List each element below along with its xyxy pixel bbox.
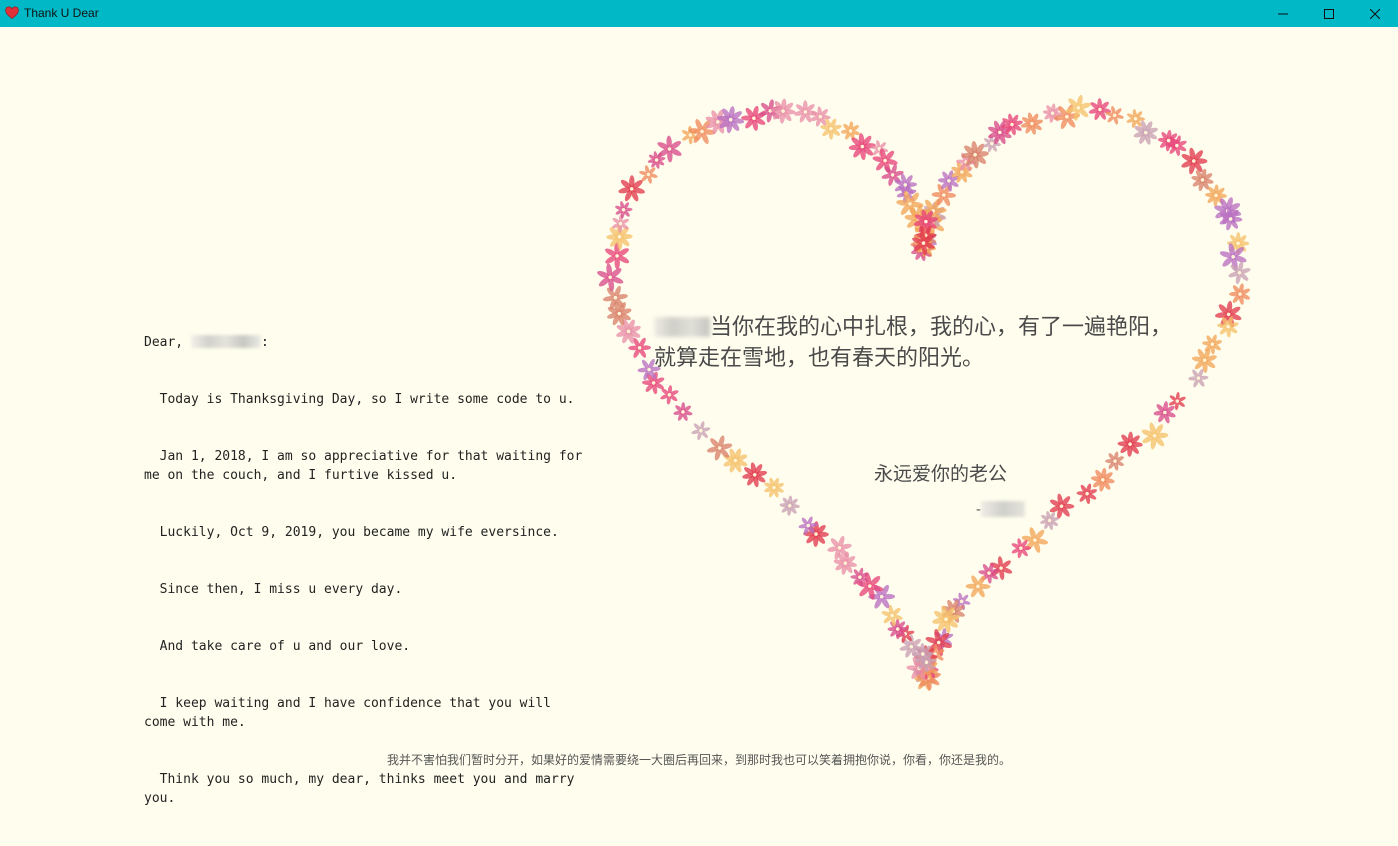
flower-icon xyxy=(1202,334,1223,355)
poem-text: 当你在我的心中扎根，我的心，有了一遍艳阳，就算走在雪地，也有春天的阳光。 xyxy=(654,315,1173,371)
flower-icon xyxy=(673,402,693,421)
letter-line: Today is Thanksgiving Day, so I write so… xyxy=(144,392,575,407)
blurred-name xyxy=(654,317,710,337)
letter-line: Since then, I miss u every day. xyxy=(144,582,403,597)
window-title: Thank U Dear xyxy=(24,6,99,20)
flower-icon xyxy=(1105,106,1124,125)
letter-line: And take care of u and our love. xyxy=(144,639,411,654)
letter-line: Jan 1, 2018, I am so appreciative for th… xyxy=(144,449,591,483)
flower-icon xyxy=(779,495,800,516)
signature-line: 永远爱你的老公 xyxy=(874,463,1008,485)
letter-line: I keep waiting and I have confidence tha… xyxy=(144,696,559,730)
flower-icon xyxy=(597,263,624,292)
title-bar[interactable]: Thank U Dear xyxy=(0,0,1398,27)
blurred-name xyxy=(190,335,261,348)
main-canvas: Dear, : Today is Thanksgiving Day, so I … xyxy=(0,27,1398,825)
flower-icon xyxy=(1042,103,1063,123)
flower-icon xyxy=(764,477,784,498)
heart-poem: 当你在我的心中扎根，我的心，有了一遍艳阳，就算走在雪地，也有春天的阳光。 xyxy=(654,312,1174,374)
footer-text: 我并不害怕我们暂时分开，如果好的爱情需要绕一大圈后再回来，到那时我也可以笑着拥抱… xyxy=(386,753,1011,767)
minimize-button[interactable] xyxy=(1260,0,1306,27)
greeting-suffix: : xyxy=(260,335,269,350)
close-icon xyxy=(1370,8,1380,19)
close-button[interactable] xyxy=(1352,0,1398,27)
maximize-icon xyxy=(1324,8,1334,19)
blurred-signature xyxy=(981,501,1026,517)
letter-line: Luckily, Oct 9, 2019, you became my wife… xyxy=(144,525,559,540)
maximize-button[interactable] xyxy=(1306,0,1352,27)
letter-greeting: Dear, : xyxy=(144,333,584,352)
heart-icon xyxy=(5,6,19,19)
minimize-icon xyxy=(1278,13,1288,14)
greeting-prefix: Dear, xyxy=(144,335,191,350)
letter-line: Think you so much, my dear, thinks meet … xyxy=(144,772,583,806)
signature-name: - xyxy=(976,501,1026,518)
